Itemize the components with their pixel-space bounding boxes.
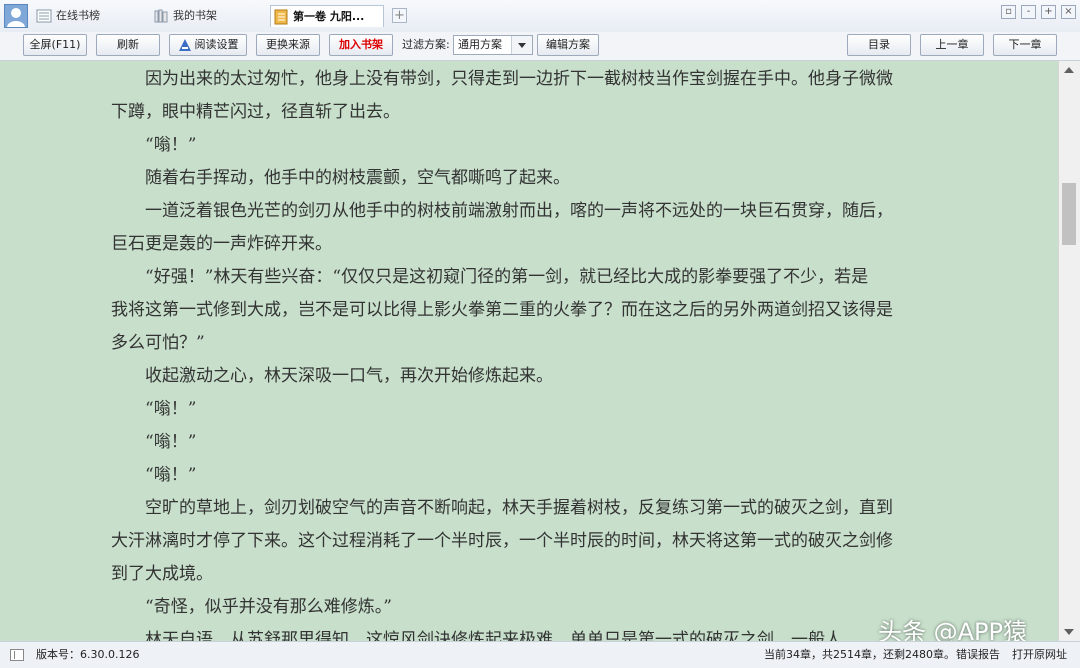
tab-current-chapter[interactable]: 第一卷 九阳...: [270, 5, 384, 27]
book-icon: [274, 9, 288, 25]
text-line: 多么可怕？”: [111, 333, 205, 353]
prev-chapter-button[interactable]: 上一章: [920, 34, 984, 56]
tab-label: 第一卷 九阳...: [293, 10, 365, 23]
tab-label: 我的书架: [173, 9, 217, 22]
text-line: 一道泛着银色光芒的剑刃从他手中的树枝前端激射而出，喀的一声将不远处的一块巨石贯穿…: [111, 201, 893, 221]
scroll-thumb[interactable]: [1062, 183, 1076, 245]
minimize-window-button[interactable]: -: [1021, 5, 1036, 19]
version-label: 版本号：6.30.0.126: [36, 648, 140, 661]
text-line: 巨石更是轰的一声炸碎开来。: [111, 234, 332, 254]
text-line: “嗡！”: [111, 135, 197, 155]
toc-button[interactable]: 目录: [847, 34, 911, 56]
filter-select-value: 通用方案: [458, 38, 502, 51]
report-error-link[interactable]: 错误报告: [956, 642, 1000, 668]
next-chapter-button[interactable]: 下一章: [993, 34, 1057, 56]
font-a-icon: [178, 39, 191, 51]
sidebar-toggle-icon[interactable]: [10, 649, 24, 661]
filter-label: 过滤方案:: [402, 38, 450, 51]
text-line: 下蹲，眼中精芒闪过，径直斩了出去。: [111, 102, 400, 122]
text-line: “嗡！”: [111, 465, 197, 485]
restore-window-button[interactable]: ▫: [1001, 5, 1016, 19]
edit-filter-button[interactable]: 编辑方案: [537, 34, 599, 56]
text-line: 随着右手挥动，他手中的树枝震颤，空气都嘶鸣了起来。: [111, 168, 570, 188]
change-source-button[interactable]: 更换来源: [256, 34, 320, 56]
tab-label: 在线书榜: [56, 9, 100, 22]
scroll-up-arrow-icon[interactable]: [1064, 67, 1074, 73]
text-line: “嗡！”: [111, 432, 197, 452]
vertical-scrollbar[interactable]: [1058, 61, 1080, 641]
maximize-window-button[interactable]: +: [1041, 5, 1056, 19]
tab-my-bookshelf[interactable]: 我的书架: [151, 5, 261, 27]
refresh-button[interactable]: 刷新: [96, 34, 160, 56]
user-avatar-icon[interactable]: [4, 4, 28, 28]
reading-settings-label: 阅读设置: [194, 38, 239, 51]
status-bar: 版本号：6.30.0.126 当前34章，共2514章，还剩2480章。 错误报…: [0, 641, 1080, 668]
text-line: “好强！”林天有些兴奋：“仅仅只是这初窥门径的第一剑，就已经比大成的影拳要强了不…: [111, 267, 869, 287]
list-icon: [36, 9, 52, 23]
text-line: 到了大成境。: [111, 564, 213, 584]
chevron-down-icon[interactable]: [511, 36, 532, 54]
text-line: 收起激动之心，林天深吸一口气，再次开始修炼起来。: [111, 366, 553, 386]
text-line: 大汗淋漓时才停了下来。这个过程消耗了一个半时辰，一个半时辰的时间，林天将这第一式…: [111, 531, 893, 551]
chapter-progress: 当前34章，共2514章，还剩2480章。: [764, 648, 955, 661]
text-line: 我将这第一式修到大成，岂不是可以比得上影火拳第二重的火拳了？而在这之后的另外两道…: [111, 300, 893, 320]
reading-settings-button[interactable]: 阅读设置: [169, 34, 247, 56]
tab-bar: 在线书榜 我的书架 第一卷 九阳... + ▫ - + ×: [0, 0, 1080, 32]
new-tab-button[interactable]: +: [392, 8, 407, 23]
text-line: 因为出来的太过匆忙，他身上没有带剑，只得走到一边折下一截树枝当作宝剑握在手中。他…: [111, 69, 893, 89]
scroll-down-arrow-icon[interactable]: [1064, 629, 1074, 635]
close-window-button[interactable]: ×: [1061, 5, 1076, 19]
fullscreen-button[interactable]: 全屏(F11): [23, 34, 87, 56]
add-to-shelf-button[interactable]: 加入书架: [329, 34, 393, 56]
text-line: 林天自语，从苏舒那里得知，这惊风剑诀修炼起来极难，单单只是第一式的破灭之剑，一般…: [111, 630, 842, 641]
reading-pane[interactable]: 因为出来的太过匆忙，他身上没有带剑，只得走到一边折下一截树枝当作宝剑握在手中。他…: [0, 61, 1058, 641]
filter-select[interactable]: 通用方案: [453, 35, 533, 55]
toolbar: 全屏(F11) 刷新 阅读设置 更换来源 加入书架 过滤方案: 通用方案 编辑方…: [0, 32, 1080, 61]
text-line: “嗡！”: [111, 399, 197, 419]
open-source-url-link[interactable]: 打开原网址: [1012, 642, 1067, 668]
tab-online-rank[interactable]: 在线书榜: [34, 5, 144, 27]
text-line: 空旷的草地上，剑刃划破空气的声音不断响起，林天手握着树枝，反复练习第一式的破灭之…: [111, 498, 893, 518]
bookshelf-icon: [154, 9, 168, 23]
text-line: “奇怪，似乎并没有那么难修炼。”: [111, 597, 392, 617]
